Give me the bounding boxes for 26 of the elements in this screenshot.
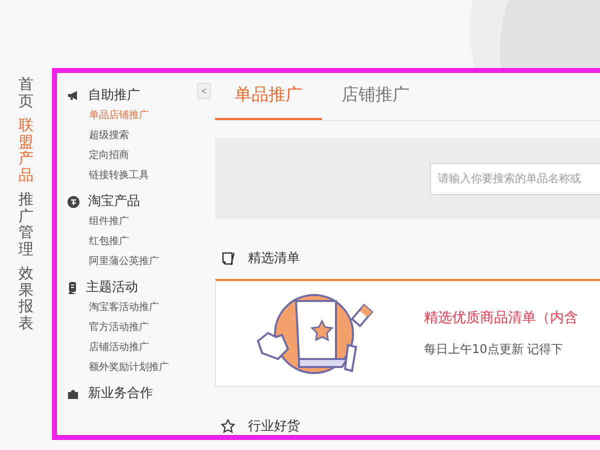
sidebar-group-title: 自助推广 (88, 87, 140, 104)
nav-link[interactable]: 首页 (18, 76, 34, 109)
sidebar-item[interactable]: 淘宝客活动推广 (89, 298, 215, 318)
sidebar-item[interactable]: 阿里蒲公英推广 (89, 252, 215, 272)
sidebar-item[interactable]: 定向招商 (89, 146, 215, 166)
nav-link[interactable]: 效果报表 (18, 265, 34, 331)
sidebar-item[interactable]: 红包推广 (89, 232, 215, 252)
sidebar-group-title: 淘宝产品 (88, 193, 140, 210)
sidebar-group-title: 主题活动 (86, 279, 138, 296)
sidebar-item[interactable]: 店铺活动推广 (89, 338, 215, 358)
sidebar-item[interactable]: 组件推广 (89, 212, 215, 232)
sidebar-item[interactable]: 额外奖励计划推广 (89, 358, 215, 378)
document-icon (67, 280, 78, 294)
card-headline: 精选优质商品清单（内含 (424, 309, 578, 328)
sidebar-item[interactable]: 官方活动推广 (89, 318, 215, 338)
collapse-button[interactable]: < (197, 83, 211, 99)
megaphone-icon (67, 90, 80, 100)
search-field[interactable]: 请输入你要搜索的单品名称或 (430, 162, 600, 195)
sidebar-item[interactable]: 链接转换工具 (89, 166, 215, 186)
card-subtitle: 每日上午10点更新 记得下 (424, 341, 564, 358)
sidebar-item[interactable]: 超级搜索 (89, 126, 215, 146)
nav-link[interactable]: 推广管理 (18, 191, 34, 257)
section-title: 行业好货 (248, 418, 300, 435)
sidebar-group-title: 新业务合作 (88, 385, 153, 402)
section-title: 精选清单 (248, 250, 300, 268)
tab[interactable]: 店铺推广 (322, 73, 429, 120)
